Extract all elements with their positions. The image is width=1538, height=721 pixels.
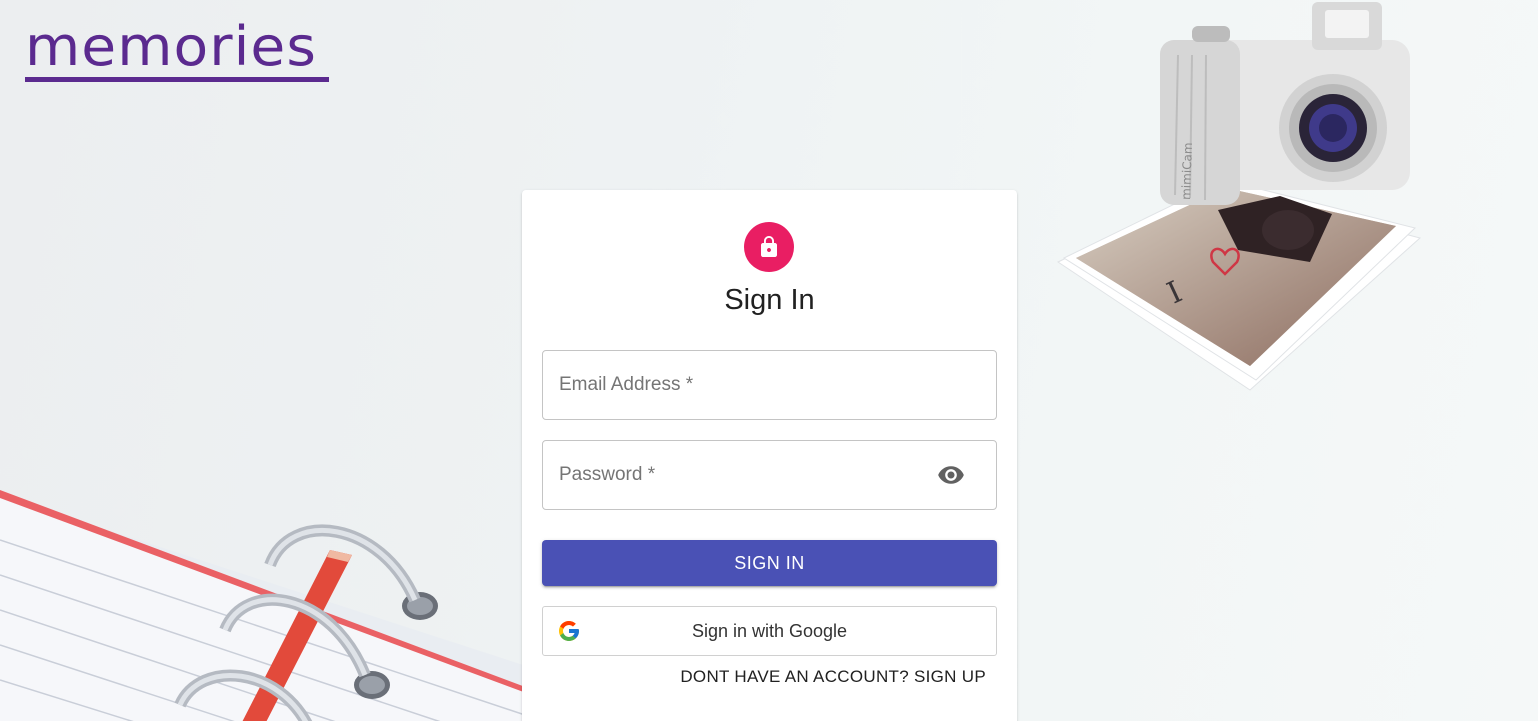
google-sign-in-button[interactable]: Sign in with Google [542,606,997,656]
memories-logo[interactable]: memories [25,18,329,84]
logo-underline [25,77,329,82]
email-label: Email Address * [559,374,694,395]
sign-in-button[interactable]: SIGN IN [542,540,997,586]
sign-in-card: Sign In Email Address * Password * SIGN … [522,190,1017,721]
camera-illustration: I mimiCam [1056,2,1422,391]
password-label: Password * [559,464,656,485]
lock-icon [761,236,777,257]
eye-icon [938,466,964,484]
google-sign-in-label: Sign in with Google [691,620,848,641]
toggle-password-visibility-button[interactable] [936,461,966,489]
lock-avatar [744,222,794,272]
password-field[interactable]: Password * [542,440,997,510]
logo-text: memories [25,15,317,78]
sign-up-link[interactable]: DONT HAVE AN ACCOUNT? SIGN UP [680,667,986,687]
email-field[interactable]: Email Address * [542,350,997,420]
camera-brand-text: mimiCam [1179,142,1195,200]
sign-in-title: Sign In [724,284,815,316]
